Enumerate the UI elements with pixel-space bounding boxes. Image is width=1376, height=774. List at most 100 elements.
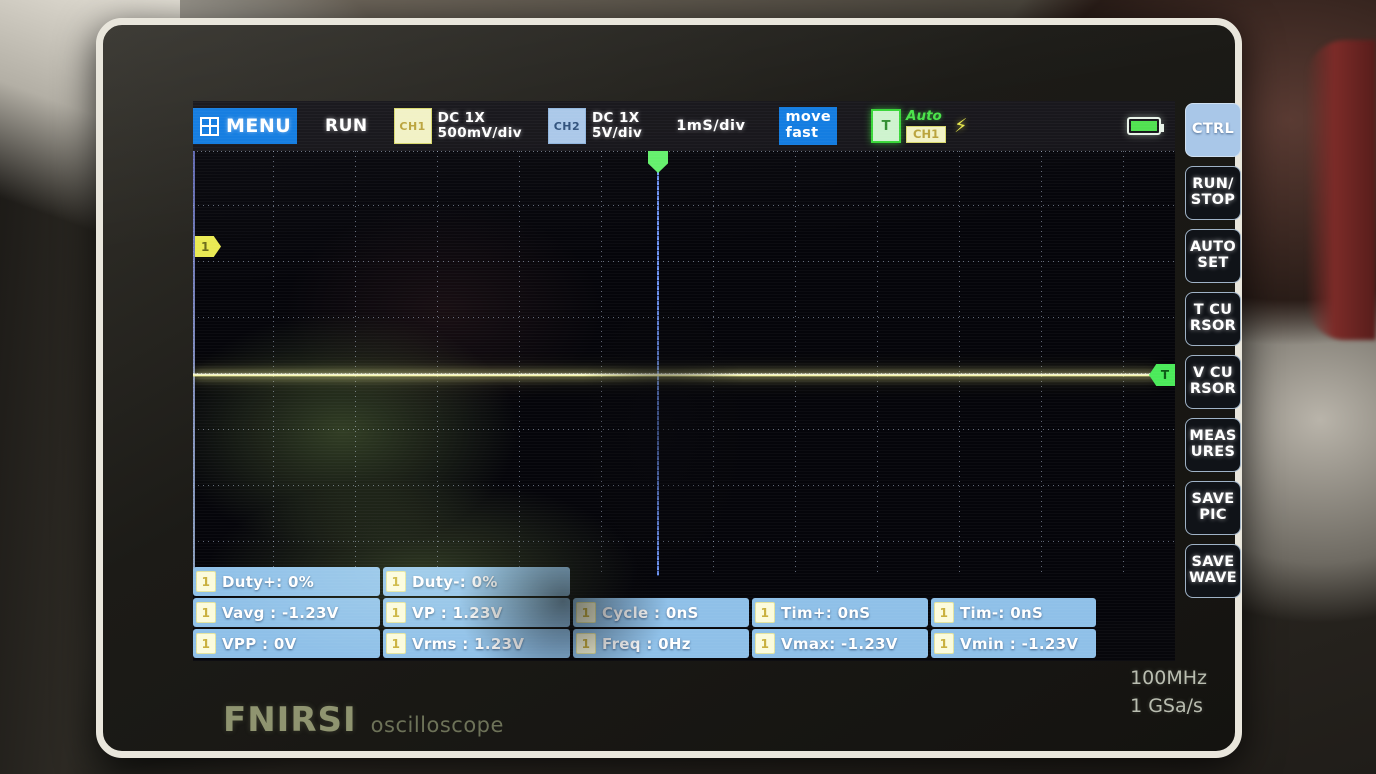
ch1-waveform-trace [193,373,1159,377]
grid-hline [193,261,1175,262]
measurement-label: Tim-: 0nS [960,603,1044,622]
spec-bandwidth: 100MHz [1130,667,1207,689]
ch1-chip[interactable]: CH1 [393,108,432,144]
measurement-cell[interactable]: 1 Cycle : 0nS [573,598,749,627]
side-button-run-stop[interactable]: RUN/STOP [1185,166,1241,220]
measurement-channel-tag: 1 [196,633,216,654]
background-red-cable [1306,40,1376,340]
grid-vline [795,151,796,576]
measurement-channel-tag: 1 [755,602,775,623]
timebase-indicator[interactable]: 1mS/div [676,118,745,134]
side-button-ctrl[interactable]: CTRL [1185,103,1241,157]
side-button-label: AUTO SET [1190,239,1236,271]
ch2-chip[interactable]: CH2 [547,108,586,144]
measurement-row: 1 Vavg : -1.23V 1 VP : 1.23V 1 Cycle : 0nS 1 Ti… [193,598,1175,627]
side-button-label: RUN/STOP [1190,176,1236,208]
side-button-label: V CU RSOR [1189,365,1237,397]
measurement-channel-tag: 1 [196,571,216,592]
measurement-channel-tag: 1 [386,633,406,654]
side-button-label: SAVE PIC [1191,491,1235,523]
grid-hline [193,485,1175,486]
trigger-mode-label: Auto [906,107,942,124]
brand-mark: FNIRSI oscilloscope [223,700,504,740]
ch2-settings-text: DC 1X 5V/div [591,109,643,141]
spec-samplerate: 1 GSa/s [1130,694,1203,717]
ch1-settings-text: DC 1X 500mV/div [438,110,522,141]
measurement-cell[interactable]: 1 Freq : 0Hz [573,629,749,658]
rising-edge-icon[interactable]: ⚡ [954,115,967,137]
trigger-box[interactable]: T [871,109,902,143]
ch2-scale: 5V/div [591,125,643,141]
measurement-label: Duty-: 0% [412,572,498,591]
grid-vline [1041,151,1042,576]
hamburger-grid-icon [200,116,219,136]
measurement-cell[interactable]: 1 Duty+: 0% [193,567,380,596]
measurement-cell[interactable]: 1 Duty-: 0% [383,567,570,596]
status-bar: MENU RUN CH1 DC 1X 500mV/div CH2 DC 1X 5… [193,101,1175,151]
menu-button[interactable]: MENU [193,108,297,144]
side-button-save-pic[interactable]: SAVE PIC [1185,481,1241,535]
measurement-label: Freq : 0Hz [602,634,691,653]
measurement-cell[interactable]: 1 Vmin : -1.23V [931,629,1096,658]
grid-hline [193,429,1175,430]
side-button-meas-ures[interactable]: MEAS URES [1185,418,1241,472]
grid-vline [437,151,438,576]
side-button-save-wave[interactable]: SAVE WAVE [1185,544,1241,598]
grid-hline [193,541,1175,542]
measurement-channel-tag: 1 [934,633,954,654]
grid-vline [273,151,274,576]
measurement-cell[interactable]: 1 Vavg : -1.23V [193,598,380,627]
grid-vline [959,151,960,576]
move-mode-line1: move [785,109,832,126]
measurement-row: 1 Duty+: 0% 1 Duty-: 0% [193,567,1175,596]
measurement-channel-tag: 1 [934,602,954,623]
side-button-label: CTRL [1191,121,1235,138]
measurement-label: Vavg : -1.23V [222,603,339,622]
measurement-channel-tag: 1 [576,633,596,654]
product-label: oscilloscope [370,713,504,737]
side-button-label: T CU RSOR [1189,302,1237,334]
run-state-indicator[interactable]: RUN [325,116,368,136]
ch2-coupling: DC 1X [591,109,640,126]
measurement-label: Vmin : -1.23V [960,634,1079,653]
grid-hline [193,205,1175,206]
channel2-settings[interactable]: CH2 DC 1X 5V/div [547,108,643,144]
measurement-channel-tag: 1 [755,633,775,654]
side-button-auto-set[interactable]: AUTO SET [1185,229,1241,283]
grid-vline [1123,151,1124,576]
channel1-settings[interactable]: CH1 DC 1X 500mV/div [393,108,522,144]
measurement-cell[interactable]: 1 VP : 1.23V [383,598,570,627]
measurements-panel: 1 Duty+: 0% 1 Duty-: 0% 1 Vavg : -1.23V 1 VP : … [193,566,1175,661]
side-button-t-cu-rsor[interactable]: T CU RSOR [1185,292,1241,346]
grid-vline [713,151,714,576]
side-button-label: MEAS URES [1189,428,1237,460]
measurement-cell[interactable]: 1 Tim+: 0nS [752,598,928,627]
device-specs: 100MHz 1 GSa/s [1130,665,1207,720]
grid-vline [601,151,602,576]
grid-vline [355,151,356,576]
measurement-channel-tag: 1 [386,602,406,623]
side-button-v-cu-rsor[interactable]: V CU RSOR [1185,355,1241,409]
waveform-plot-area[interactable]: 1 T [193,151,1175,621]
measurement-cell[interactable]: 1 Tim-: 0nS [931,598,1096,627]
measurement-cell[interactable]: 1 VPP : 0V [193,629,380,658]
lcd-screen[interactable]: MENU RUN CH1 DC 1X 500mV/div CH2 DC 1X 5… [193,101,1175,661]
measurement-channel-tag: 1 [576,602,596,623]
battery-full-icon [1127,117,1164,135]
trigger-detail: Auto CH1 [906,107,947,144]
brand-logo: FNIRSI [223,700,357,740]
measurement-label: Vrms : 1.23V [412,634,525,653]
move-mode-button[interactable]: move fast [779,107,838,145]
side-button-column: CTRL RUN/STOP AUTO SET T CU RSOR V CU RSOR MEAS U… [1183,101,1243,661]
measurement-row: 1 VPP : 0V 1 Vrms : 1.23V 1 Freq : 0Hz 1 Vmax: … [193,629,1175,658]
trigger-source-chip[interactable]: CH1 [906,126,947,144]
grid-left-edge [193,151,195,576]
measurement-label: Vmax: -1.23V [781,634,898,653]
measurement-label: VPP : 0V [222,634,297,653]
measurement-cell[interactable]: 1 Vrms : 1.23V [383,629,570,658]
oscilloscope-device: MENU RUN CH1 DC 1X 500mV/div CH2 DC 1X 5… [96,18,1242,758]
measurement-cell[interactable]: 1 Vmax: -1.23V [752,629,928,658]
grid-vline [877,151,878,576]
trigger-settings[interactable]: T Auto CH1 ⚡ [871,107,967,144]
measurement-channel-tag: 1 [196,602,216,623]
